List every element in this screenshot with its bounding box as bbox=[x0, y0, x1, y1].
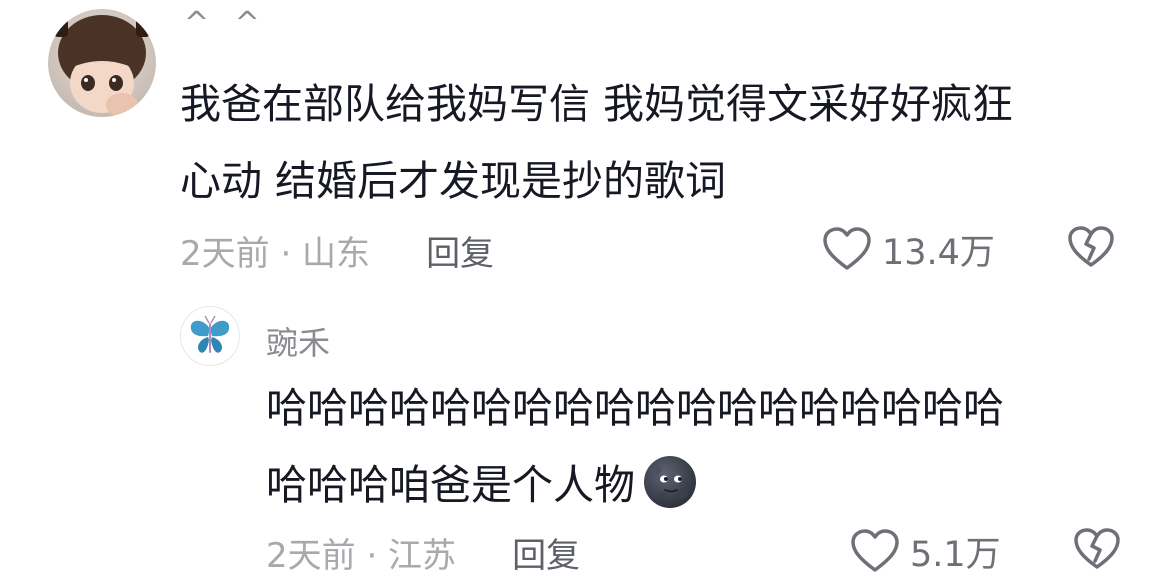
reply-button[interactable]: 回复 bbox=[512, 528, 580, 577]
reply-button[interactable]: 回复 bbox=[426, 226, 494, 275]
heart-outline-icon bbox=[823, 227, 871, 270]
comment-meta: 2天前 · 山东 回复 bbox=[180, 226, 494, 275]
heart-outline-icon bbox=[851, 529, 899, 572]
like-count: 13.4万 bbox=[882, 232, 995, 273]
comment-text-line: 哈哈哈咱爸是个人物 bbox=[266, 447, 1004, 524]
comment-text-line: 我爸在部队给我妈写信 我妈觉得文采好好疯狂 bbox=[180, 80, 1014, 128]
comment-text: 我爸在部队给我妈写信 我妈觉得文采好好疯狂 心动 结婚后才发现是抄的歌词 bbox=[180, 66, 1013, 220]
dislike-button[interactable] bbox=[1073, 527, 1121, 575]
comment-meta: 2天前 · 江苏 回复 bbox=[266, 528, 580, 577]
comment-text: 哈哈哈哈哈哈哈哈哈哈哈哈哈哈哈哈哈哈 哈哈哈咱爸是个人物 bbox=[266, 370, 1004, 524]
avatar-image bbox=[48, 9, 156, 117]
broken-heart-icon bbox=[1073, 528, 1120, 569]
username[interactable]: 豌禾 bbox=[266, 318, 330, 364]
dislike-button[interactable] bbox=[1067, 225, 1115, 273]
comment-text-segment: 哈哈哈咱爸是个人物 bbox=[266, 461, 635, 509]
comment-text-line: 心动 结婚后才发现是抄的歌词 bbox=[180, 157, 727, 205]
comment-actions: 13.4万 bbox=[822, 224, 1115, 275]
comment-actions: 5.1万 bbox=[850, 526, 1121, 577]
like-count: 5.1万 bbox=[910, 534, 1001, 575]
avatar[interactable] bbox=[48, 9, 156, 117]
comment-text-line: 哈哈哈哈哈哈哈哈哈哈哈哈哈哈哈哈哈哈 bbox=[266, 384, 1004, 432]
new-moon-face-emoji bbox=[644, 456, 696, 508]
avatar[interactable] bbox=[180, 306, 240, 366]
like-button[interactable]: 13.4万 bbox=[822, 224, 995, 275]
broken-heart-icon bbox=[1068, 226, 1114, 267]
timestamp-location: 2天前 · 江苏 bbox=[266, 535, 457, 576]
timestamp-location: 2天前 · 山东 bbox=[180, 233, 371, 274]
avatar-image bbox=[181, 307, 239, 365]
like-button[interactable]: 5.1万 bbox=[850, 526, 1001, 577]
username[interactable]: ^ ^ bbox=[184, 6, 268, 41]
